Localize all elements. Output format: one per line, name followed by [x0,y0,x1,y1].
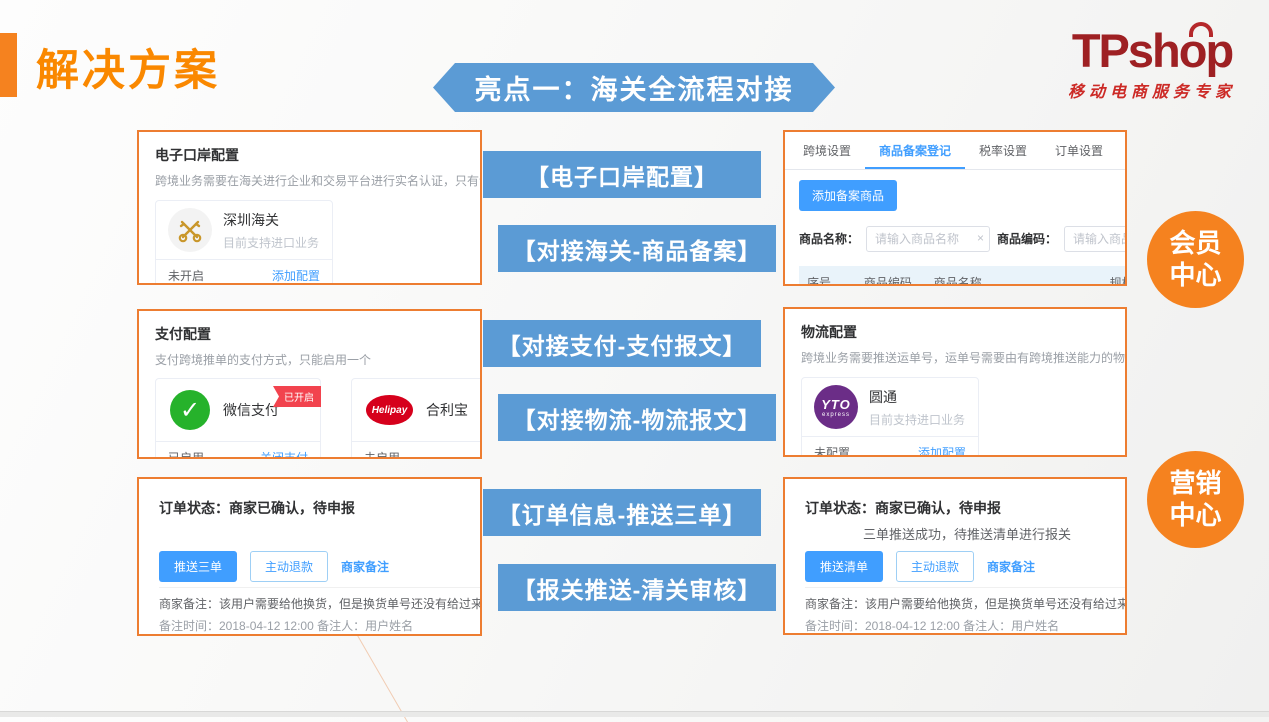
registry-table: 序号 商品编码 商品名称 规格型号 商品类型 01 NS154656 商品明细单… [799,266,1127,286]
order-status-panel-right: 订单状态：商家已确认，待申报 三单推送成功，待推送清单进行报关 推送清单 主动退… [783,477,1127,635]
yto-support-note: 目前支持进口业务 [869,411,965,428]
wechat-pay-card: 已开启 微信支付 已启用 关闭支付 [155,378,321,459]
wechat-status: 已启用 [168,449,204,459]
highlight-hexagon-banner: 亮点一：海关全流程对接 [433,63,835,112]
bottom-strip [0,711,1269,717]
clear-icon[interactable]: × [977,231,984,245]
product-name-field: × [866,226,990,252]
payment-description: 支付跨境推单的支付方式，只能启用一个 [155,351,482,368]
enabled-ribbon: 已开启 [273,386,321,407]
logistics-config-panel: 物流配置 跨境业务需要推送运单号，运单号需要由有跨境推送能力的物流公司进行推送 … [783,307,1127,457]
logistics-title: 物流配置 [801,322,1109,342]
customs-keys-icon [168,208,212,252]
customs-config-card: 深圳海关 目前支持进口业务 未开启 添加配置 [155,200,333,285]
remark-time-text: 备注时间：2018-04-12 12:00 备注人：用户姓名 [805,617,1059,634]
tab-cross-border-settings[interactable]: 跨境设置 [789,132,865,169]
divider [805,587,1127,588]
merchant-remark-text: 商家备注：该用户需要给他换货，但是换货单号还没有给过来，等到4月30日 [805,595,1127,612]
tpshop-logo: TPshop 移动电商服务专家 [1057,26,1247,102]
payment-config-panel: 支付配置 支付跨境推单的支付方式，只能启用一个 已开启 微信支付 已启用 关闭支… [137,309,482,459]
merchant-remark-text: 商家备注：该用户需要给他换货，但是换货单号还没有给过来，等到4月30日需要联系买… [159,595,482,612]
payment-title: 支付配置 [155,324,464,344]
tab-order-settings[interactable]: 订单设置 [1041,132,1117,169]
product-name-label: 商品名称： [799,230,859,247]
product-code-input[interactable] [1064,226,1127,252]
yto-name: 圆通 [869,387,965,407]
merchant-remark-link[interactable]: 商家备注 [341,558,389,575]
title-accent-bar [0,33,17,97]
wechat-pay-name: 微信支付 [223,400,279,420]
marketing-center-badge: 营销 中心 [1147,451,1244,548]
customs-name: 深圳海关 [223,210,319,230]
flow-label-order-push: 【订单信息-推送三单】 [483,489,761,536]
slide-title: 解决方案 [36,36,220,98]
helipay-enable-link[interactable]: 启用 [480,449,482,459]
eport-title: 电子口岸配置 [155,145,464,165]
customs-add-config-link[interactable]: 添加配置 [272,267,320,284]
order-status-text: 订单状态：商家已确认，待申报 [159,498,355,518]
yto-add-config-link[interactable]: 添加配置 [918,444,966,457]
order-status-text: 订单状态：商家已确认，待申报 [805,498,1001,518]
divider [159,587,482,588]
product-registry-panel: 跨境设置 商品备案登记 税率设置 订单设置 添加备案商品 商品名称： × 商品编… [783,130,1127,286]
product-code-field: × [1064,226,1127,252]
flow-label-payment: 【对接支付-支付报文】 [483,320,761,367]
remark-time-text: 备注时间：2018-04-12 12:00 备注人：用户姓名 [159,617,413,634]
table-header-row: 序号 商品编码 商品名称 规格型号 商品类型 [799,266,1127,286]
flow-label-clearance: 【报关推送-清关审核】 [498,564,776,611]
wechat-close-link[interactable]: 关闭支付 [260,449,308,459]
flow-label-eport: 【电子口岸配置】 [483,151,761,198]
merchant-remark-link[interactable]: 商家备注 [987,558,1035,575]
customs-support-note: 目前支持进口业务 [223,234,319,251]
push-three-orders-button[interactable]: 推送三单 [159,551,237,582]
add-registered-product-button[interactable]: 添加备案商品 [799,180,897,211]
refund-button[interactable]: 主动退款 [250,551,328,582]
eport-config-panel: 电子口岸配置 跨境业务需要在海关进行企业和交易平台进行实名认证，只有认证通过的才… [137,130,482,285]
helipay-status: 未启用 [364,449,400,459]
yto-status: 未配置 [814,444,850,457]
wechat-icon [170,390,210,430]
helipay-icon: Helipay [366,395,413,425]
refund-button[interactable]: 主动退款 [896,551,974,582]
order-status-subtext: 三单推送成功，待推送清单进行报关 [863,524,1071,543]
tpshop-brand-text: TPshop [1072,26,1232,75]
yto-express-icon: YTO express [814,385,858,429]
helipay-card: Helipay 合利宝 未启用 启用 [351,378,482,459]
customs-status: 未开启 [168,267,204,284]
logistics-description: 跨境业务需要推送运单号，运单号需要由有跨境推送能力的物流公司进行推送 [801,349,1127,366]
registry-tab-bar: 跨境设置 商品备案登记 税率设置 订单设置 [785,132,1125,170]
product-name-input[interactable] [866,226,990,252]
highlight-banner-label: 亮点一：海关全流程对接 [475,68,794,107]
eport-description: 跨境业务需要在海关进行企业和交易平台进行实名认证，只有认证通过的才能 [155,172,482,189]
product-code-label: 商品编码： [997,230,1057,247]
tab-product-registry[interactable]: 商品备案登记 [865,132,965,169]
member-center-badge: 会员 中心 [1147,211,1244,308]
push-manifest-button[interactable]: 推送清单 [805,551,883,582]
yto-config-card: YTO express 圆通 目前支持进口业务 未配置 添加配置 [801,377,979,457]
order-status-panel-left: 订单状态：商家已确认，待申报 推送三单 主动退款 商家备注 商家备注：该用户需要… [137,477,482,636]
flow-label-customs-registry: 【对接海关-商品备案】 [498,225,776,272]
tpshop-tagline: 移动电商服务专家 [1057,78,1247,102]
flow-label-logistics: 【对接物流-物流报文】 [498,394,776,441]
tab-tax-settings[interactable]: 税率设置 [965,132,1041,169]
helipay-name: 合利宝 [426,400,468,420]
